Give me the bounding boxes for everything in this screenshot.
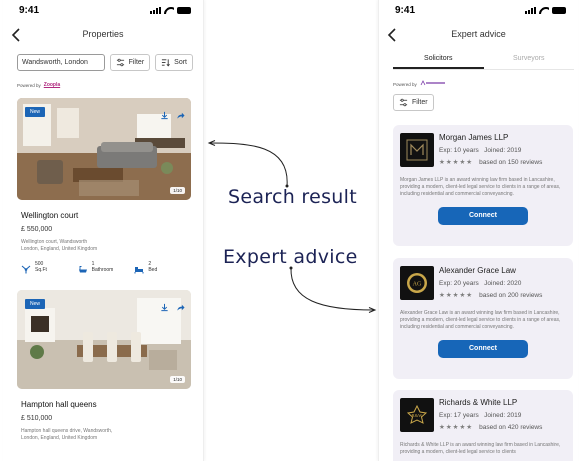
powered-by: Powered by Zoopla xyxy=(17,82,60,88)
property-price: £ 510,000 xyxy=(21,415,53,422)
feature-bed: 2 Bed xyxy=(134,261,191,274)
property-price: £ 550,000 xyxy=(21,226,53,233)
property-address: Hampton hall queens drive, Wandsworth, L… xyxy=(21,428,113,441)
expert-name[interactable]: Alexander Grace Law xyxy=(439,266,516,275)
expert-card: R&W Richards & White LLP Exp: 17 years J… xyxy=(393,390,573,461)
share-icon[interactable] xyxy=(176,107,185,119)
sort-icon xyxy=(161,58,171,67)
review-count: based on 200 reviews xyxy=(479,291,543,299)
bed-icon xyxy=(134,261,144,274)
zoopla-logo[interactable]: Zoopla xyxy=(44,82,60,88)
wifi-icon xyxy=(164,7,174,14)
property-photo[interactable]: New 1/10 xyxy=(17,98,191,200)
property-title[interactable]: Wellington court xyxy=(21,211,191,220)
svg-text:R&W: R&W xyxy=(412,413,424,418)
filter-button[interactable]: Filter xyxy=(109,54,151,71)
expert-card: AG Alexander Grace Law Exp: 20 years Joi… xyxy=(393,258,573,379)
nav-bar: Expert advice xyxy=(379,24,578,46)
new-badge: New xyxy=(25,107,46,117)
partner-logo xyxy=(420,80,446,88)
expert-name[interactable]: Richards & White LLP xyxy=(439,398,517,407)
share-icon[interactable] xyxy=(176,299,185,311)
property-title[interactable]: Hampton hall queens xyxy=(21,400,191,409)
download-icon[interactable] xyxy=(160,107,169,120)
expert-meta: Exp: 10 years Joined: 2019 xyxy=(439,147,522,154)
battery-icon xyxy=(552,7,566,14)
sliders-icon xyxy=(116,58,125,67)
powered-by: Powered by xyxy=(393,80,446,88)
property-address: Wellington court, Wandsworth London, Eng… xyxy=(21,239,98,252)
expert-meta: Exp: 20 years Joined: 2020 xyxy=(439,280,522,287)
wifi-icon xyxy=(539,7,549,14)
photo-counter: 1/10 xyxy=(170,187,185,194)
battery-icon xyxy=(177,7,191,14)
connect-button[interactable]: Connect xyxy=(438,340,528,358)
sliders-icon xyxy=(399,98,408,107)
star-rating: ★★★★★ xyxy=(439,424,474,431)
bathtub-icon xyxy=(78,261,88,273)
sort-label: Sort xyxy=(174,59,187,66)
sort-button[interactable]: Sort xyxy=(155,54,193,71)
status-time: 9:41 xyxy=(19,5,40,16)
expert-meta: Exp: 17 years Joined: 2019 xyxy=(439,412,522,419)
expert-description: Morgan James LLP is an award winning law… xyxy=(400,177,561,197)
feature-bathroom: 1 Bathroom xyxy=(78,261,135,273)
expert-advice-screen: 9:41 Expert advice Solicitors Surveyors … xyxy=(378,0,578,461)
powered-by-label: Powered by xyxy=(393,81,417,87)
filter-label: Filter xyxy=(412,99,428,106)
page-title: Expert advice xyxy=(451,29,506,39)
tab-solicitors[interactable]: Solicitors xyxy=(393,52,484,69)
filter-label: Filter xyxy=(128,59,145,66)
signal-icon xyxy=(150,7,161,14)
nav-bar: Properties xyxy=(3,24,203,46)
property-features: 500 Sq.Ft 1 Bathroom 2 Bed xyxy=(21,261,191,274)
search-row: Wandsworth, London Filter Sort xyxy=(17,54,193,71)
expert-description: Richards & White LLP is an award winning… xyxy=(400,442,561,455)
location-search-input[interactable]: Wandsworth, London xyxy=(17,54,105,71)
expert-name[interactable]: Morgan James LLP xyxy=(439,133,508,142)
properties-screen: 9:41 Properties Wandsworth, London Filte… xyxy=(3,0,204,461)
expert-rating: ★★★★★ based on 150 reviews xyxy=(439,158,543,167)
status-time: 9:41 xyxy=(395,5,416,16)
star-rating: ★★★★★ xyxy=(439,292,474,299)
property-photo[interactable]: New 1/10 xyxy=(17,290,191,389)
expert-card: Morgan James LLP Exp: 10 years Joined: 2… xyxy=(393,125,573,246)
firm-logo: AG xyxy=(400,266,434,300)
signal-icon xyxy=(525,7,536,14)
expert-advice-annotation: Expert advice xyxy=(223,246,358,268)
connect-button[interactable]: Connect xyxy=(438,207,528,225)
expert-rating: ★★★★★ based on 200 reviews xyxy=(439,291,543,300)
property-card[interactable]: New 1/10 Wellington court £ 550,000 Well… xyxy=(17,98,191,274)
property-card[interactable]: New 1/10 Hampton hall queens £ 510,000 H… xyxy=(17,290,191,442)
firm-logo xyxy=(400,133,434,167)
filter-button[interactable]: Filter xyxy=(393,94,434,111)
download-icon[interactable] xyxy=(160,299,169,312)
powered-by-label: Powered by xyxy=(17,82,41,88)
status-bar: 9:41 xyxy=(3,0,203,22)
page-title: Properties xyxy=(82,29,124,39)
tab-surveyors[interactable]: Surveyors xyxy=(484,52,575,69)
new-badge: New xyxy=(25,299,46,309)
feature-area: 500 Sq.Ft xyxy=(21,261,78,274)
review-count: based on 420 reviews xyxy=(479,423,543,431)
svg-text:AG: AG xyxy=(413,282,422,288)
expert-tabs: Solicitors Surveyors xyxy=(393,52,574,70)
search-result-annotation: Search result xyxy=(228,186,357,208)
expert-description: Alexander Grace Law is an award winning … xyxy=(400,310,561,330)
area-icon xyxy=(21,261,31,274)
photo-counter: 1/10 xyxy=(170,376,185,383)
star-rating: ★★★★★ xyxy=(439,159,474,166)
status-bar: 9:41 xyxy=(379,0,578,22)
review-count: based on 150 reviews xyxy=(479,158,543,166)
firm-logo: R&W xyxy=(400,398,434,432)
expert-rating: ★★★★★ based on 420 reviews xyxy=(439,423,543,432)
